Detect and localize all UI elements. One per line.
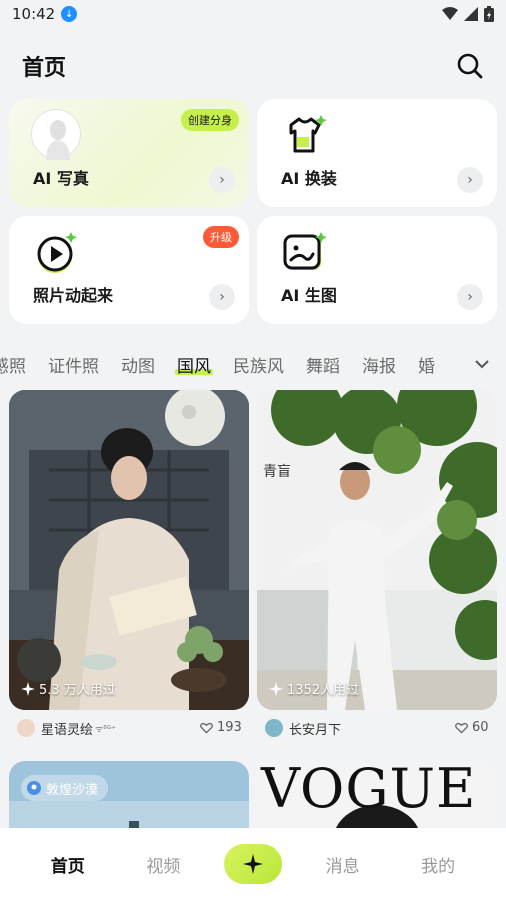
card-author[interactable]: 长安月下 [265, 716, 341, 740]
tab-guofeng[interactable]: 国风 [175, 352, 213, 377]
feature-card-ai-portrait[interactable]: 创建分身 AI 写真 › [9, 99, 249, 207]
location-icon [27, 781, 41, 795]
template-image: 青盲 [257, 390, 497, 710]
nav-messages[interactable]: 消息 [308, 852, 378, 877]
download-icon: ↓ [61, 6, 78, 22]
template-image [9, 390, 249, 710]
chevron-down-icon [475, 360, 489, 369]
tab-id-photo[interactable]: 证件照 [48, 352, 99, 377]
search-icon [457, 53, 483, 79]
bottom-nav: 首页 视频 消息 我的 [0, 828, 506, 900]
like-number: 60 [472, 720, 489, 735]
image-generate-icon [283, 230, 335, 282]
sparkle-icon [21, 681, 35, 696]
author-name: 长安月下 [289, 722, 342, 738]
usage-badge: 5.3 万人用过 [21, 679, 116, 698]
like-number: 193 [217, 720, 242, 735]
tab-ethnic[interactable]: 民族风 [233, 352, 284, 377]
template-card[interactable]: 青盲 1352人用过 [257, 390, 497, 710]
feature-label: AI 换装 [281, 169, 337, 188]
author-suffix: ᯤ⁶ᴳ⁺ [95, 724, 116, 735]
wifi-icon [442, 7, 458, 20]
tab-poster[interactable]: 海报 [362, 352, 396, 377]
like-count[interactable]: 193 [200, 720, 242, 735]
tab-gif[interactable]: 动图 [121, 352, 155, 377]
battery-icon [484, 6, 494, 22]
usage-badge: 1352人用过 [269, 679, 359, 698]
feature-card-ai-image[interactable]: AI 生图 › [257, 216, 497, 324]
magazine-title: VOGUE [261, 761, 477, 820]
nav-video[interactable]: 视频 [128, 852, 198, 877]
author-name: 星语灵绘 [41, 722, 94, 738]
header: 首页 [0, 40, 506, 92]
template-card[interactable]: 5.3 万人用过 [9, 390, 249, 710]
feature-card-ai-outfit[interactable]: AI 换装 › [257, 99, 497, 207]
location-name: 敦煌沙漠 [46, 782, 99, 798]
status-time: 10:42 [12, 5, 56, 23]
status-icons [442, 6, 494, 22]
feature-label: 照片动起来 [33, 286, 114, 305]
location-tag: 敦煌沙漠 [21, 775, 109, 801]
shirt-icon [283, 111, 335, 163]
tab-dance[interactable]: 舞蹈 [306, 352, 340, 377]
status-bar: 10:42 ↓ [0, 0, 506, 28]
sparkle-icon [269, 681, 283, 696]
sparkle-icon [242, 854, 263, 874]
avatar [265, 719, 283, 737]
signal-icon [464, 7, 478, 21]
feature-label: AI 写真 [33, 169, 89, 188]
chevron-right-icon[interactable]: › [457, 167, 483, 193]
play-icon [33, 230, 85, 282]
chevron-right-icon[interactable]: › [209, 284, 235, 310]
card-author[interactable]: 星语灵绘 ᯤ⁶ᴳ⁺ [17, 716, 116, 740]
avatar [17, 719, 35, 737]
chevron-right-icon[interactable]: › [209, 167, 235, 193]
heart-icon [200, 722, 213, 734]
chevron-right-icon[interactable]: › [457, 284, 483, 310]
upgrade-badge[interactable]: 升级 [203, 226, 239, 248]
create-avatar-badge[interactable]: 创建分身 [181, 109, 239, 131]
tab-portrait[interactable]: 感照 [0, 352, 26, 377]
create-button[interactable] [223, 844, 282, 884]
nav-home[interactable]: 首页 [33, 852, 103, 877]
svg-text:青盲: 青盲 [263, 463, 291, 480]
feature-label: AI 生图 [281, 286, 337, 305]
like-count[interactable]: 60 [455, 720, 489, 735]
feature-card-photo-animate[interactable]: 升级 照片动起来 › [9, 216, 249, 324]
usage-count: 1352人用过 [287, 683, 360, 698]
search-button[interactable] [456, 52, 484, 80]
page-title: 首页 [22, 56, 67, 81]
nav-mine[interactable]: 我的 [403, 852, 473, 877]
heart-icon [455, 722, 468, 734]
tab-wedding[interactable]: 婚 [418, 352, 435, 377]
category-tabs: 感照 证件照 动图 国风 民族风 舞蹈 海报 婚 [0, 346, 506, 382]
tabs-expand-button[interactable] [460, 346, 506, 382]
portrait-avatar-icon [31, 109, 81, 160]
usage-count: 5.3 万人用过 [39, 683, 116, 698]
